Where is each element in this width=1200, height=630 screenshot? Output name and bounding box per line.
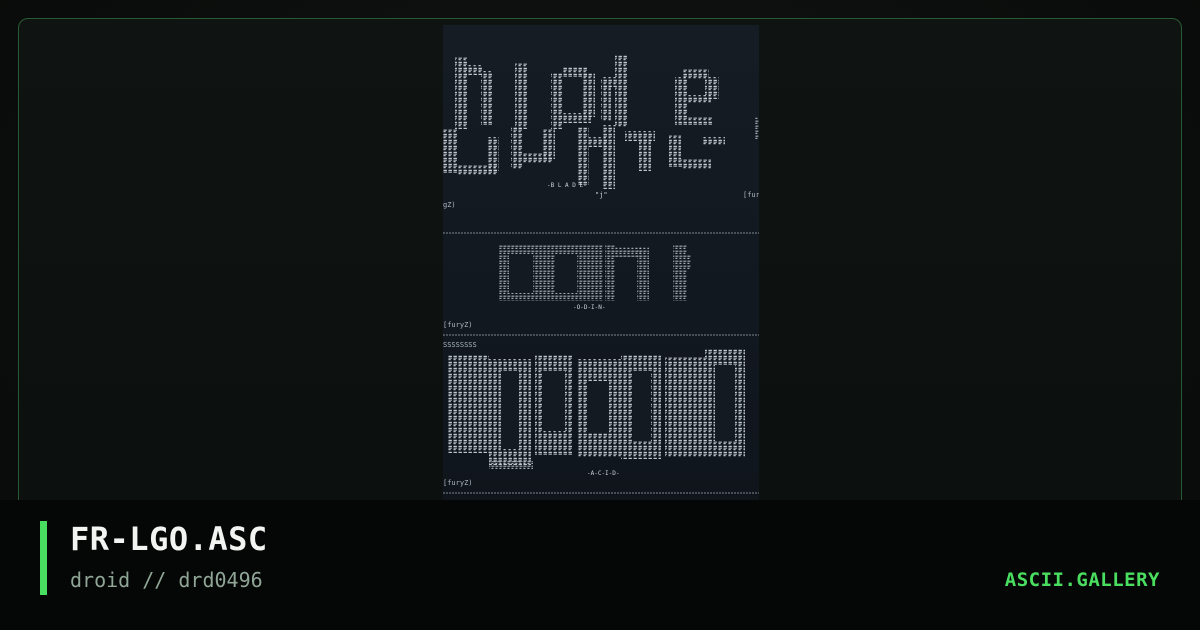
svg-text:gZ): gZ) [443,201,456,209]
ascii-acid-logo: SSSSSSSS -A-C-I-D- [furyZ) [443,341,745,487]
page: -B L A D E- "j" gZ) [fur -O-D-I-N- [fury… [0,0,1200,630]
svg-text:[furyZ): [furyZ) [443,321,473,329]
artwork-title: FR-LGO.ASC [70,520,268,558]
svg-text:-O-D-I-N-: -O-D-I-N- [573,304,606,311]
artist-credit: droid // drd0496 [70,568,263,592]
footer-bar: FR-LGO.ASC droid // drd0496 ASCII.GALLER… [0,500,1200,630]
svg-text:SSSSSSSS: SSSSSSSS [443,341,477,349]
svg-text:-B L A D E-: -B L A D E- [547,182,587,189]
svg-text:[furyZ): [furyZ) [443,479,473,487]
svg-text:-A-C-I-D-: -A-C-I-D- [587,470,620,477]
ascii-artwork: -B L A D E- "j" gZ) [fur -O-D-I-N- [fury… [443,25,759,501]
svg-text:"j": "j" [595,191,608,199]
ascii-blade-logo: -B L A D E- "j" gZ) [fur [443,55,759,209]
ascii-odin-logo: -O-D-I-N- [furyZ) [443,245,691,329]
site-brand-link[interactable]: ASCII.GALLERY [1005,569,1160,591]
svg-text:[fur: [fur [743,191,759,199]
accent-bar [40,521,47,595]
